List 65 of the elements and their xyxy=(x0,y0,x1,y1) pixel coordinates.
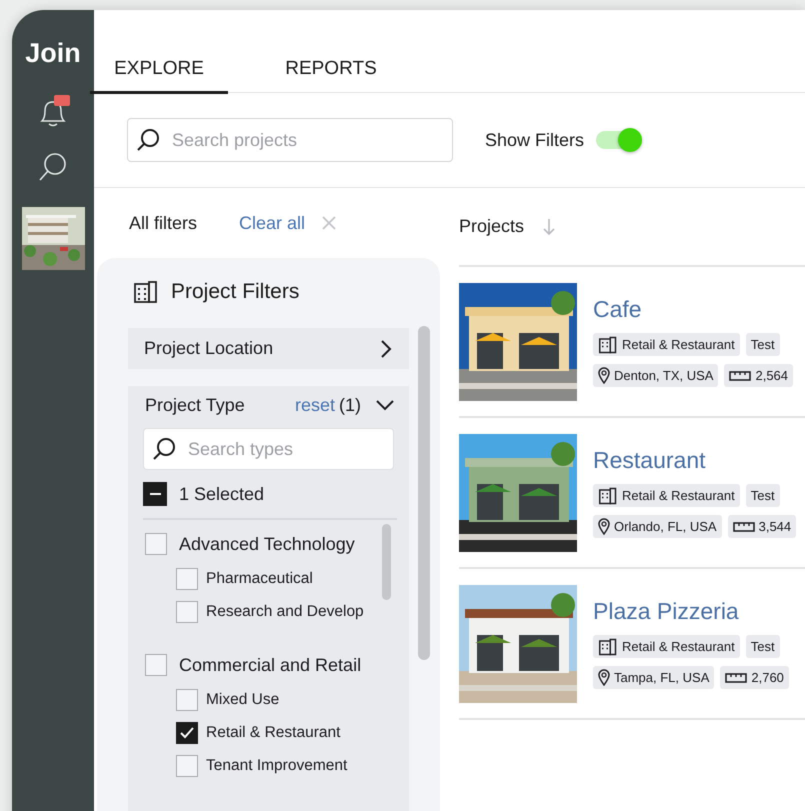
checkbox[interactable] xyxy=(176,600,198,622)
check-icon xyxy=(179,724,195,740)
scrollbar[interactable] xyxy=(418,326,430,660)
map-pin-icon xyxy=(598,518,610,535)
tab[interactable]: REPORTS xyxy=(262,58,400,94)
search-field[interactable]: Search types xyxy=(143,428,394,470)
filters-heading: All filters xyxy=(129,212,198,234)
checkbox[interactable] xyxy=(145,533,167,555)
search-icon xyxy=(152,437,176,461)
chip-label: Retail & Restaurant xyxy=(622,337,735,352)
panel-title: Project Filters xyxy=(171,280,300,304)
chevron-icon[interactable] xyxy=(375,398,395,412)
building-icon xyxy=(598,638,618,656)
checkbox[interactable] xyxy=(145,654,167,676)
ruler-icon xyxy=(729,370,752,382)
ruler-icon xyxy=(732,520,755,532)
map-pin-icon xyxy=(598,669,610,686)
ruler-icon xyxy=(725,672,748,684)
tag-chip: Test xyxy=(746,635,780,658)
chip-label: Retail & Restaurant xyxy=(622,639,735,654)
tab[interactable]: EXPLORE xyxy=(90,58,228,94)
checkbox-label: Retail & Restaurant xyxy=(206,724,340,742)
checkbox-label: Advanced Technology xyxy=(179,534,355,554)
reset-link[interactable]: reset xyxy=(294,394,335,416)
checkbox[interactable] xyxy=(176,722,198,744)
logo: Join xyxy=(25,38,81,69)
checkbox[interactable] xyxy=(176,568,198,590)
accordion-header[interactable]: Project Location xyxy=(128,328,409,369)
tag-chip: Test xyxy=(746,484,780,507)
selected-count: (1) xyxy=(339,394,361,416)
project-title-link[interactable]: Plaza Pizzeria xyxy=(593,598,789,625)
chip-label: Denton, TX, USA xyxy=(614,368,714,383)
toggle-label: Show Filters xyxy=(485,130,584,150)
map-pin-icon xyxy=(598,367,610,384)
clear-all-link[interactable]: Clear all xyxy=(239,212,306,234)
building-icon xyxy=(598,336,618,354)
toggle-switch[interactable] xyxy=(596,131,640,149)
checkbox-label: Pharmaceutical xyxy=(206,570,313,588)
chip-label: Orlando, FL, USA xyxy=(614,519,717,534)
project-title-link[interactable]: Cafe xyxy=(593,296,794,323)
checkbox[interactable] xyxy=(176,754,198,776)
chip-label: 2,760 xyxy=(751,670,784,685)
project-title-link[interactable]: Restaurant xyxy=(593,447,796,474)
close-icon[interactable] xyxy=(321,215,338,231)
chip-label: 2,564 xyxy=(755,368,788,383)
tag-chip: Test xyxy=(746,333,780,356)
checkbox-label: Commercial and Retail xyxy=(179,654,362,676)
building-icon xyxy=(133,280,159,304)
checkbox-label: Mixed Use xyxy=(206,690,280,708)
chip-label: Tampa, FL, USA xyxy=(614,670,710,685)
search-icon xyxy=(136,128,160,152)
checkbox-label: Research and Develop xyxy=(206,602,364,620)
sort-arrow-icon[interactable] xyxy=(542,218,556,236)
checkbox[interactable] xyxy=(143,482,167,506)
chevron-icon xyxy=(379,340,393,358)
section-title: Project Type xyxy=(145,394,246,416)
chip-label: Retail & Restaurant xyxy=(622,488,735,503)
list-heading: Projects xyxy=(459,216,524,237)
building-icon xyxy=(598,486,618,504)
chip-label: 3,544 xyxy=(758,519,792,534)
checkbox[interactable] xyxy=(176,688,198,710)
checkbox-label: 1 Selected xyxy=(179,484,264,504)
search-field[interactable]: Search projects xyxy=(127,118,453,162)
scrollbar[interactable] xyxy=(382,524,391,600)
checkbox-label: Tenant Improvement xyxy=(206,756,348,774)
